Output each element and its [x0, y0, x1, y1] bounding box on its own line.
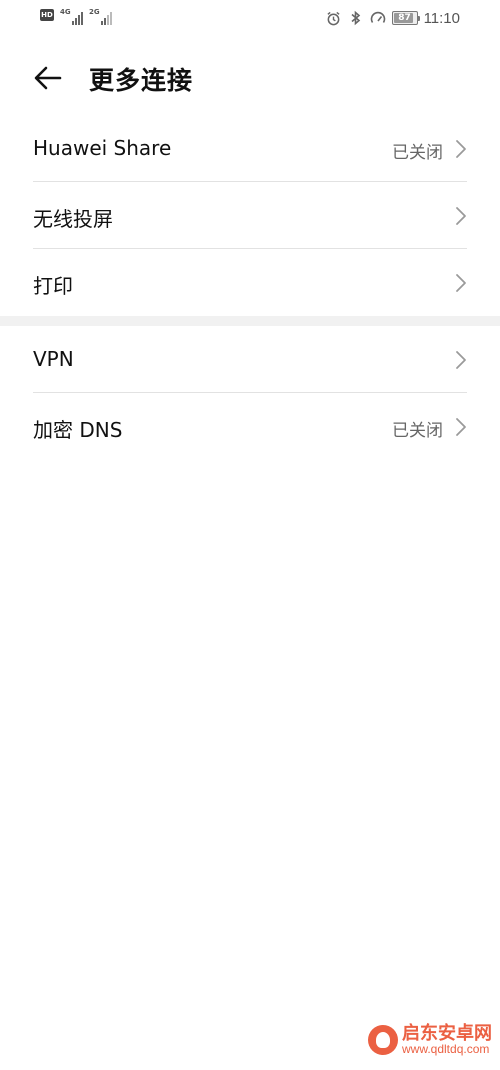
sim1-network-label: 4G [60, 8, 71, 16]
row-status: 已关闭 [392, 143, 443, 163]
status-bar: HD 4G 2G 87 11:10 [0, 0, 500, 36]
watermark-logo-icon [368, 1025, 398, 1056]
chevron-right-icon [456, 418, 466, 436]
settings-group-connections: Huawei Share 已关闭 无线投屏 打印 [0, 115, 500, 316]
row-print[interactable]: 打印 [0, 249, 500, 316]
page-title: 更多连接 [89, 66, 194, 95]
row-encrypted-dns[interactable]: 加密 DNS 已关闭 [0, 393, 500, 460]
settings-group-network: VPN 加密 DNS 已关闭 [0, 326, 500, 460]
row-huawei-share[interactable]: Huawei Share 已关闭 [0, 115, 500, 182]
battery-icon: 87 [391, 11, 420, 25]
chevron-right-icon [456, 207, 466, 225]
row-status: 已关闭 [392, 421, 443, 441]
chevron-right-icon [456, 140, 466, 158]
battery-level: 87 [398, 13, 411, 23]
section-separator [0, 316, 500, 326]
row-wireless-projection[interactable]: 无线投屏 [0, 182, 500, 249]
app-header: 更多连接 [0, 48, 500, 108]
speed-icon [370, 10, 386, 26]
back-button[interactable] [30, 60, 66, 96]
row-label: 加密 DNS [33, 418, 123, 442]
status-bar-left: HD 4G 2G [40, 8, 112, 25]
watermark-url: www.qdltdq.com [402, 1042, 490, 1057]
watermark-name: 启东安卓网 [402, 1022, 492, 1044]
clock: 11:10 [423, 9, 460, 27]
status-bar-right: 87 11:10 [326, 8, 460, 28]
row-vpn[interactable]: VPN [0, 326, 500, 393]
sim2-signal-icon: 2G [89, 8, 112, 25]
alarm-icon [326, 10, 342, 26]
sim1-signal-icon: 4G [60, 8, 83, 25]
row-label: 无线投屏 [33, 207, 113, 231]
row-label: Huawei Share [33, 136, 172, 160]
chevron-right-icon [456, 274, 466, 292]
sim2-network-label: 2G [89, 8, 100, 16]
site-watermark: 启东安卓网 www.qdltdq.com [368, 1022, 492, 1057]
chevron-right-icon [456, 351, 466, 369]
row-label: 打印 [33, 274, 73, 298]
hd-badge: HD [40, 9, 54, 21]
bluetooth-icon [348, 10, 364, 26]
arrow-left-icon [34, 66, 62, 90]
row-label: VPN [33, 347, 74, 371]
